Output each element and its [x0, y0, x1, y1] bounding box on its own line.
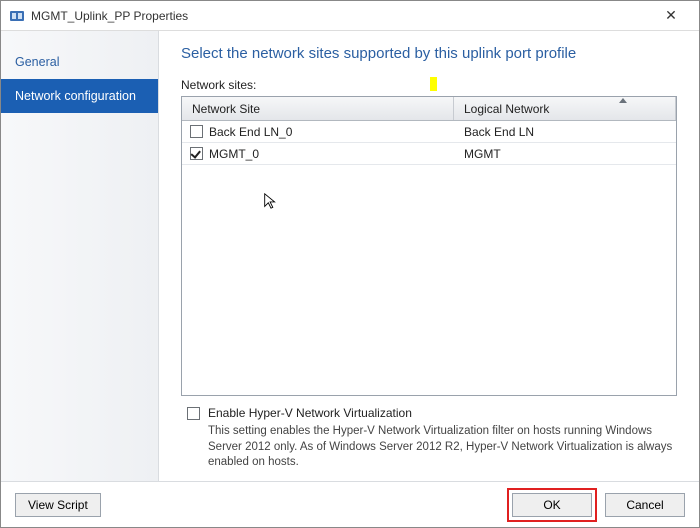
- row-checkbox[interactable]: [190, 147, 203, 160]
- enable-hv-checkbox[interactable]: [187, 407, 200, 420]
- app-icon: [9, 8, 25, 24]
- grid-body: Back End LN_0 Back End LN MGMT_0 MGMT: [182, 121, 676, 165]
- cancel-button[interactable]: Cancel: [605, 493, 685, 517]
- row-logical: MGMT: [454, 147, 676, 161]
- window-title: MGMT_Uplink_PP Properties: [31, 9, 651, 23]
- network-sites-label: Network sites:: [181, 78, 677, 92]
- row-site: Back End LN_0: [209, 125, 292, 139]
- highlight-mark: [430, 77, 437, 91]
- column-header-logical-network[interactable]: Logical Network: [454, 97, 676, 120]
- row-checkbox[interactable]: [190, 125, 203, 138]
- enable-hv-row: Enable Hyper-V Network Virtualization: [181, 406, 677, 420]
- sidebar: General Network configuration: [1, 31, 159, 481]
- view-script-button[interactable]: View Script: [15, 493, 101, 517]
- mouse-cursor-icon: [262, 192, 280, 213]
- ok-button[interactable]: OK: [512, 493, 592, 517]
- titlebar: MGMT_Uplink_PP Properties ✕: [1, 1, 699, 31]
- sidebar-item-label: General: [15, 55, 59, 69]
- column-header-network-site[interactable]: Network Site: [182, 97, 454, 120]
- enable-hv-description: This setting enables the Hyper-V Network…: [208, 424, 677, 471]
- network-sites-grid: Network Site Logical Network Back End LN…: [181, 96, 677, 396]
- page-heading: Select the network sites supported by th…: [181, 45, 677, 62]
- table-row[interactable]: Back End LN_0 Back End LN: [182, 121, 676, 143]
- ok-highlight: OK: [507, 488, 597, 522]
- sort-ascending-icon: [619, 98, 627, 103]
- sidebar-item-label: Network configuration: [15, 89, 136, 103]
- row-site: MGMT_0: [209, 147, 259, 161]
- main-panel: Select the network sites supported by th…: [159, 31, 699, 481]
- grid-header: Network Site Logical Network: [182, 97, 676, 121]
- window-body: General Network configuration Select the…: [1, 31, 699, 481]
- table-row[interactable]: MGMT_0 MGMT: [182, 143, 676, 165]
- sidebar-item-general[interactable]: General: [1, 45, 158, 79]
- enable-hv-label: Enable Hyper-V Network Virtualization: [208, 406, 412, 420]
- close-icon[interactable]: ✕: [651, 7, 691, 24]
- row-logical: Back End LN: [454, 125, 676, 139]
- properties-window: MGMT_Uplink_PP Properties ✕ General Netw…: [0, 0, 700, 528]
- footer: View Script OK Cancel: [1, 481, 699, 527]
- sidebar-item-network-configuration[interactable]: Network configuration: [1, 79, 158, 113]
